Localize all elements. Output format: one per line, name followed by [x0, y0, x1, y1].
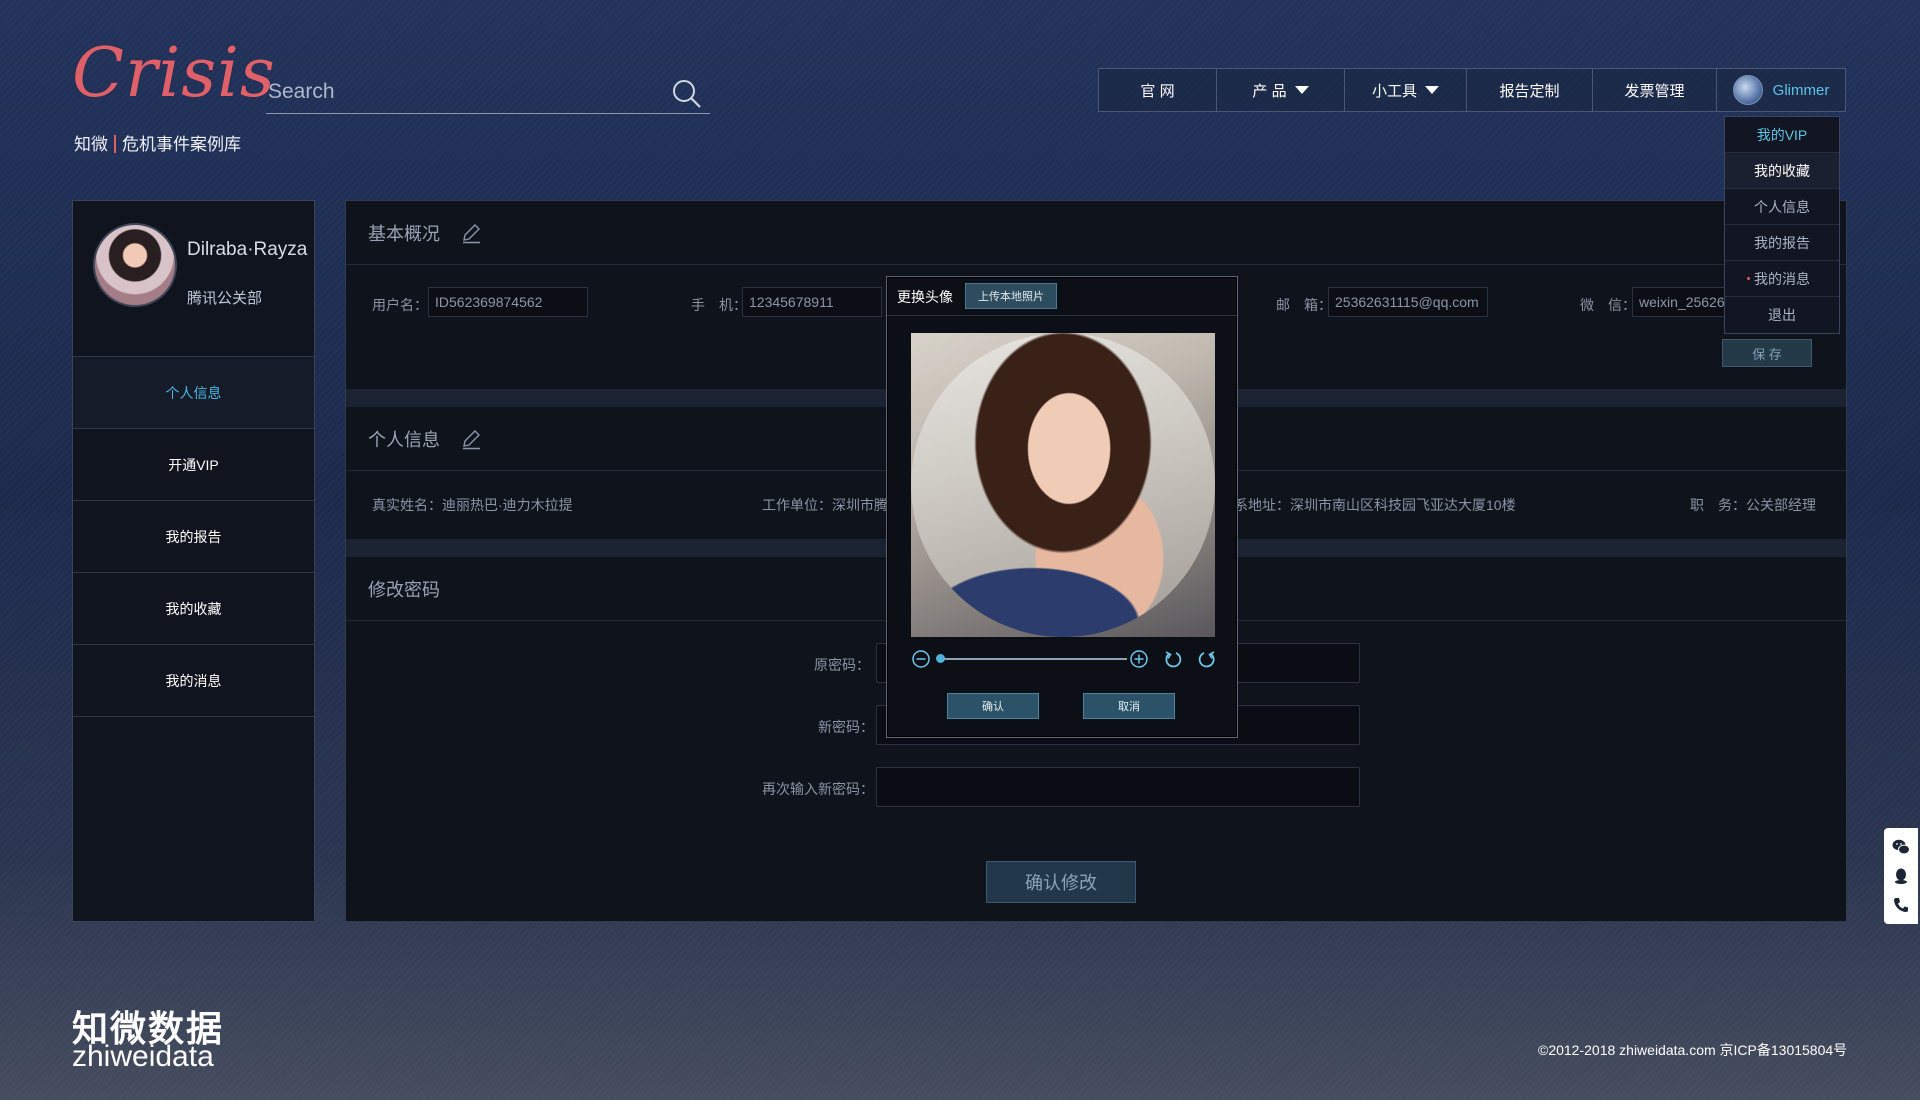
save-button[interactable]: 保 存 [1722, 339, 1812, 367]
nav-label: 小工具 [1371, 82, 1417, 100]
rotate-right-icon[interactable] [1197, 649, 1217, 669]
overview-header: 基本概况 [346, 201, 1846, 265]
email-field[interactable] [1328, 287, 1488, 317]
position-text: 职 务：公关部经理 [1690, 497, 1816, 513]
brand-subtitle-right: 危机事件案例库 [122, 135, 241, 154]
user-name: Glimmer [1772, 81, 1830, 99]
sidebar: Dilraba·Rayza 腾讯公关部 个人信息 开通VIP 我的报告 我的收藏… [72, 200, 315, 922]
repeat-password-field[interactable] [876, 767, 1360, 807]
search-icon[interactable] [670, 77, 704, 111]
zoom-slider-track[interactable] [937, 658, 1127, 660]
zoom-out-icon[interactable] [911, 649, 931, 669]
zoom-controls [911, 647, 1221, 671]
qq-icon[interactable] [1891, 866, 1911, 886]
brand-divider [114, 135, 116, 153]
section-title: 个人信息 [368, 429, 440, 450]
menu-item-personal-info[interactable]: 个人信息 [1725, 189, 1839, 225]
nav-user-menu[interactable]: Glimmer [1717, 69, 1845, 111]
sidebar-item-personal-info[interactable]: 个人信息 [73, 357, 314, 429]
nav-tools[interactable]: 小工具 [1345, 69, 1467, 111]
cancel-button[interactable]: 取消 [1083, 693, 1175, 719]
confirm-button[interactable]: 确认 [947, 693, 1039, 719]
email-label: 邮 箱： [1276, 297, 1332, 313]
section-title: 基本概况 [368, 223, 440, 244]
nav-official-site[interactable]: 官 网 [1099, 69, 1217, 111]
phone-label: 手 机： [691, 297, 747, 313]
new-password-label: 新密码： [818, 719, 874, 735]
profile-card: Dilraba·Rayza 腾讯公关部 [73, 201, 314, 357]
user-dropdown-menu: 我的VIP 我的收藏 个人信息 我的报告 我的消息 退出 [1724, 116, 1840, 334]
edit-icon[interactable] [460, 428, 482, 450]
nav-invoice[interactable]: 发票管理 [1593, 69, 1717, 111]
brand-logo[interactable]: Crisis [72, 34, 276, 113]
address-text: 联系地址：深圳市南山区科技园飞亚达大厦10楼 [1220, 497, 1516, 513]
chevron-down-icon [1294, 86, 1309, 94]
username-label: 用户名： [372, 297, 428, 313]
search-bar [266, 72, 710, 114]
nav-label: 产 品 [1252, 82, 1287, 100]
unread-dot-icon [1747, 277, 1750, 280]
nav-products[interactable]: 产 品 [1217, 69, 1345, 111]
phone-field[interactable] [742, 287, 882, 317]
menu-item-logout[interactable]: 退出 [1725, 297, 1839, 333]
top-navigation: 官 网 产 品 小工具 报告定制 发票管理 Glimmer [1098, 68, 1846, 112]
repeat-password-label: 再次输入新密码： [762, 781, 874, 797]
brand-subtitle-left: 知微 [74, 135, 108, 154]
edit-icon[interactable] [460, 222, 482, 244]
menu-item-my-messages[interactable]: 我的消息 [1725, 261, 1839, 297]
copyright-text: ©2012-2018 zhiweidata.com 京ICP备13015804号 [1538, 1042, 1848, 1058]
wechat-label: 微 信： [1580, 297, 1636, 313]
profile-name: Dilraba·Rayza [187, 239, 308, 260]
username-field[interactable] [428, 287, 588, 317]
real-name-text: 真实姓名：迪丽热巴·迪力木拉提 [372, 497, 573, 513]
nav-custom-report[interactable]: 报告定制 [1467, 69, 1593, 111]
nav-label: 官 网 [1140, 82, 1175, 100]
sidebar-item-my-messages[interactable]: 我的消息 [73, 645, 314, 717]
old-password-label: 原密码： [814, 657, 870, 673]
zoom-in-icon[interactable] [1129, 649, 1149, 669]
menu-item-my-reports[interactable]: 我的报告 [1725, 225, 1839, 261]
sidebar-item-my-reports[interactable]: 我的报告 [73, 501, 314, 573]
upload-photo-button[interactable]: 上传本地照片 [965, 283, 1057, 309]
rotate-left-icon[interactable] [1163, 649, 1183, 669]
sidebar-item-open-vip[interactable]: 开通VIP [73, 429, 314, 501]
profile-department: 腾讯公关部 [187, 290, 263, 307]
nav-label: 发票管理 [1624, 82, 1685, 100]
wechat-icon[interactable] [1891, 837, 1911, 857]
zoom-slider-handle[interactable] [936, 654, 946, 663]
brand-subtitle: 知微 危机事件案例库 [74, 130, 241, 155]
menu-item-label: 我的消息 [1754, 270, 1810, 287]
avatar[interactable] [93, 223, 177, 307]
footer-logo-en: zhiweidata [72, 1040, 214, 1073]
section-title: 修改密码 [368, 579, 440, 600]
search-input[interactable] [268, 76, 648, 108]
crop-area[interactable] [911, 333, 1215, 637]
crop-circle-preview[interactable] [911, 333, 1215, 637]
menu-item-my-vip[interactable]: 我的VIP [1725, 117, 1839, 153]
change-avatar-dialog: 更换头像 上传本地照片 确认 取消 [886, 276, 1238, 738]
phone-icon[interactable] [1891, 895, 1911, 915]
nav-label: 报告定制 [1499, 82, 1560, 100]
dialog-title: 更换头像 [897, 289, 953, 305]
floating-contact-bar [1884, 828, 1918, 924]
sidebar-item-my-favorites[interactable]: 我的收藏 [73, 573, 314, 645]
chevron-down-icon [1425, 86, 1439, 94]
menu-item-my-favorites[interactable]: 我的收藏 [1725, 153, 1839, 189]
avatar [1732, 75, 1763, 105]
dialog-divider [887, 315, 1237, 316]
confirm-change-button[interactable]: 确认修改 [986, 861, 1136, 903]
